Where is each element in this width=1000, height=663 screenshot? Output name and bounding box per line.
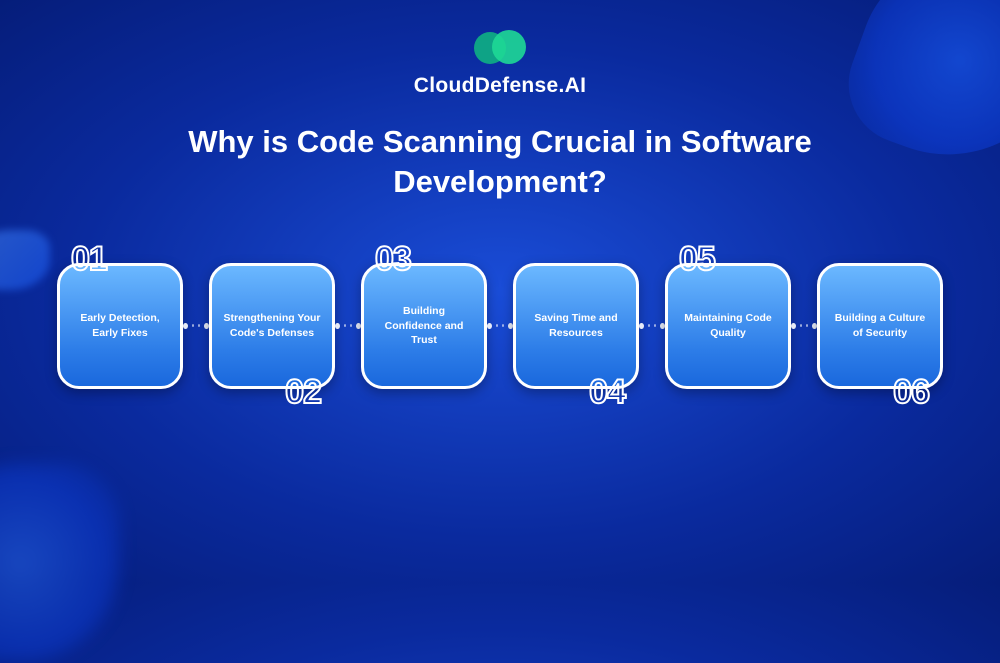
step-card-03: Building Confidence and Trust	[361, 263, 487, 389]
brand-logo-icon	[472, 28, 528, 66]
step-number-06: 06	[893, 373, 929, 412]
step-card-02: Strengthening Your Code's Defenses	[209, 263, 335, 389]
step-label-01: Early Detection, Early Fixes	[70, 311, 170, 339]
step-card-05: Maintaining Code Quality	[665, 263, 791, 389]
step-01: 01 Early Detection, Early Fixes	[57, 263, 183, 389]
connector-4-5	[639, 325, 665, 327]
step-label-06: Building a Culture of Security	[830, 311, 930, 339]
connector-2-3	[335, 325, 361, 327]
step-card-04: Saving Time and Resources	[513, 263, 639, 389]
step-05: 05 Maintaining Code Quality	[665, 263, 791, 389]
brand-logo-block: CloudDefense.AI	[414, 28, 587, 98]
connector-3-4	[487, 325, 513, 327]
steps-row: 01 Early Detection, Early Fixes Strength…	[21, 263, 979, 389]
step-label-03: Building Confidence and Trust	[374, 304, 474, 347]
step-label-05: Maintaining Code Quality	[678, 311, 778, 339]
step-number-03: 03	[375, 240, 411, 279]
main-container: CloudDefense.AI Why is Code Scanning Cru…	[0, 0, 1000, 583]
step-number-02: 02	[285, 373, 321, 412]
step-label-02: Strengthening Your Code's Defenses	[222, 311, 322, 339]
step-number-05: 05	[679, 240, 715, 279]
step-04: Saving Time and Resources 04	[513, 263, 639, 389]
step-number-01: 01	[71, 240, 107, 279]
brand-name: CloudDefense.AI	[414, 74, 587, 98]
connector-1-2	[183, 325, 209, 327]
step-card-01: Early Detection, Early Fixes	[57, 263, 183, 389]
step-card-06: Building a Culture of Security	[817, 263, 943, 389]
step-number-04: 04	[589, 373, 625, 412]
step-label-04: Saving Time and Resources	[526, 311, 626, 339]
connector-5-6	[791, 325, 817, 327]
step-02: Strengthening Your Code's Defenses 02	[209, 263, 335, 389]
page-title: Why is Code Scanning Crucial in Software…	[120, 122, 880, 203]
step-03: 03 Building Confidence and Trust	[361, 263, 487, 389]
step-06: Building a Culture of Security 06	[817, 263, 943, 389]
